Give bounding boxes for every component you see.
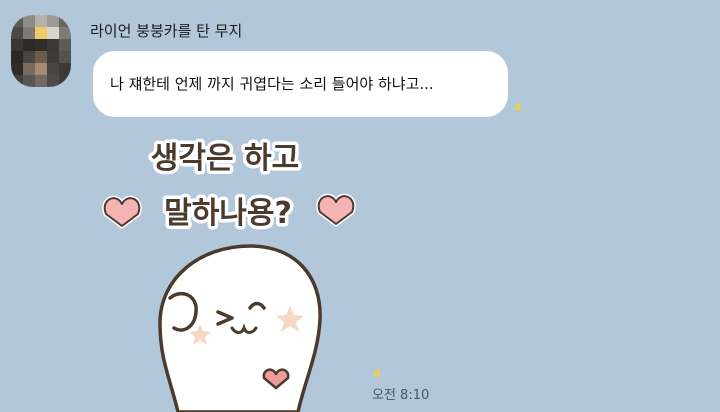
message-text: 나 쟤한테 언제 까지 귀엽다는 소리 들어야 하냐고... [110,75,434,93]
heart-icon [102,195,142,229]
heart-icon [316,193,356,227]
sticker-text-line2-ink: 말하나용? [164,196,292,231]
sticker-text-line1-ink: 생각은 하고 [151,141,299,176]
sticker-unread-count: 4 [373,367,381,380]
sender-avatar[interactable] [11,15,71,87]
message-timestamp: 오전 8:10 [372,388,430,403]
sticker-character [158,244,322,412]
message-unread-count: 4 [514,101,522,114]
sender-name: 라이언 붕붕카를 탄 무지 [90,22,243,40]
sticker-image[interactable]: 생각은 하고 생각은 하고 말하나용? 말하나용? [100,128,370,412]
message-bubble[interactable]: 나 쟤한테 언제 까지 귀엽다는 소리 들어야 하냐고... [93,51,508,117]
